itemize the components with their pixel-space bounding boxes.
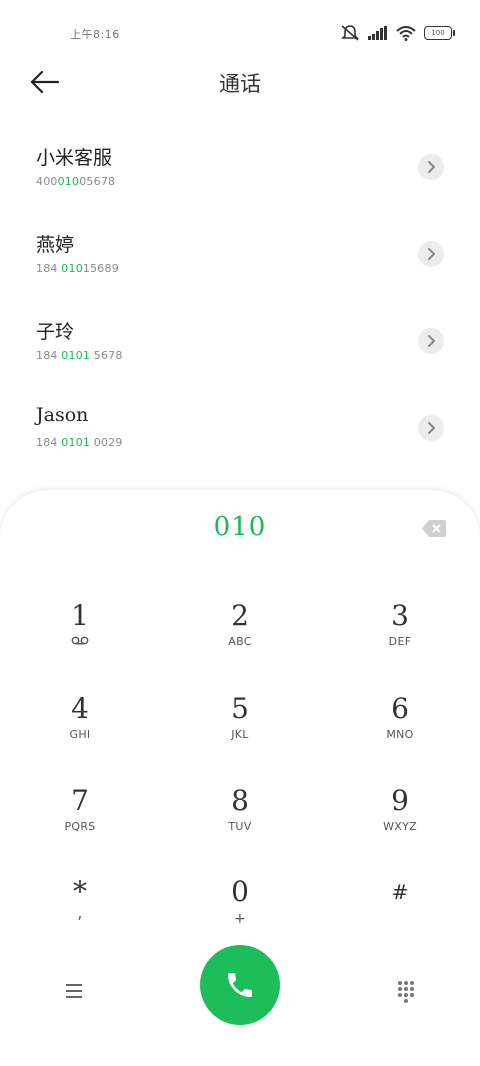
key-1[interactable]: 1: [0, 599, 160, 689]
chevron-right-icon: [428, 422, 435, 434]
key-letters: TUV: [228, 820, 252, 833]
header: 通话: [0, 58, 480, 106]
key-digit: 9: [391, 784, 409, 817]
key-letters: DEF: [388, 635, 412, 648]
key-letters: WXYZ: [383, 820, 417, 833]
dialpad-toggle-button[interactable]: [396, 979, 416, 1003]
key-4[interactable]: 4 GHI: [0, 692, 160, 782]
key-letters: +: [233, 911, 247, 927]
key-digit: 0: [231, 875, 249, 908]
key-9[interactable]: 9 WXYZ: [320, 784, 480, 874]
key-letters: GHI: [69, 728, 91, 741]
contact-name: 燕婷: [36, 234, 75, 256]
contact-name: 子玲: [36, 321, 75, 343]
key-5[interactable]: 5 JKL: [160, 692, 320, 782]
key-letters: [0, 635, 160, 648]
contact-detail-button[interactable]: [418, 415, 444, 441]
contact-name: Jason: [36, 404, 89, 426]
contact-list: 小米客服 40001005678 燕婷 184 01015689 子玲 184 …: [0, 123, 480, 471]
key-digit: 6: [391, 692, 409, 725]
voicemail-icon: [71, 636, 89, 645]
contact-row[interactable]: 燕婷 184 01015689: [0, 210, 480, 297]
dialpad-grid-icon: [398, 981, 414, 1003]
key-letters: ,: [77, 903, 83, 922]
call-button[interactable]: [200, 945, 280, 1025]
key-letters: PQRS: [64, 820, 96, 833]
dialed-number[interactable]: 010: [0, 512, 480, 542]
menu-button[interactable]: [62, 981, 86, 1001]
key-6[interactable]: 6 MNO: [320, 692, 480, 782]
key-letters: MNO: [386, 728, 414, 741]
mute-icon: [341, 25, 359, 41]
contact-number: 184 0101 0029: [36, 436, 123, 449]
contact-number: 184 0101 5678: [36, 349, 123, 362]
key-8[interactable]: 8 TUV: [160, 784, 320, 874]
key-digit: #: [391, 880, 409, 904]
status-time: 上午8:16: [70, 28, 120, 41]
key-digit: 4: [71, 692, 89, 725]
key-digit: 3: [391, 599, 409, 632]
contact-detail-button[interactable]: [418, 241, 444, 267]
contact-name: 小米客服: [36, 147, 113, 169]
dialpad-actions: [0, 945, 480, 1025]
menu-icon: [66, 984, 82, 998]
key-digit: 1: [71, 599, 89, 632]
key-letters: ABC: [228, 635, 252, 648]
contact-detail-button[interactable]: [418, 154, 444, 180]
key-digit: 5: [231, 692, 249, 725]
status-bar: 上午8:16 100: [0, 0, 480, 66]
chevron-right-icon: [428, 248, 435, 260]
contact-row[interactable]: Jason 184 0101 0029: [0, 384, 480, 471]
key-3[interactable]: 3 DEF: [320, 599, 480, 689]
signal-icon: [368, 26, 387, 40]
contact-row[interactable]: 子玲 184 0101 5678: [0, 297, 480, 384]
key-2[interactable]: 2 ABC: [160, 599, 320, 689]
contact-row[interactable]: 小米客服 40001005678: [0, 123, 480, 210]
key-7[interactable]: 7 PQRS: [0, 784, 160, 874]
backspace-icon: [422, 520, 446, 537]
status-icons: 100: [340, 24, 455, 42]
battery-indicator: 100: [424, 26, 455, 40]
key-digit: 7: [71, 784, 89, 817]
key-digit: 8: [231, 784, 249, 817]
key-digit: 2: [231, 599, 249, 632]
key-letters: JKL: [231, 728, 249, 741]
page-title: 通话: [219, 72, 261, 96]
contact-detail-button[interactable]: [418, 328, 444, 354]
contact-number: 184 01015689: [36, 262, 119, 275]
chevron-right-icon: [428, 161, 435, 173]
contact-number: 40001005678: [36, 175, 116, 188]
dialpad-sheet: 010 1 2 ABC 3 DEF 4 GHI 5 JKL 6 MNO 7 PQ…: [0, 490, 480, 1066]
wifi-icon: [396, 25, 416, 41]
backspace-button[interactable]: [422, 520, 446, 537]
phone-icon: [228, 973, 252, 997]
chevron-right-icon: [428, 335, 435, 347]
